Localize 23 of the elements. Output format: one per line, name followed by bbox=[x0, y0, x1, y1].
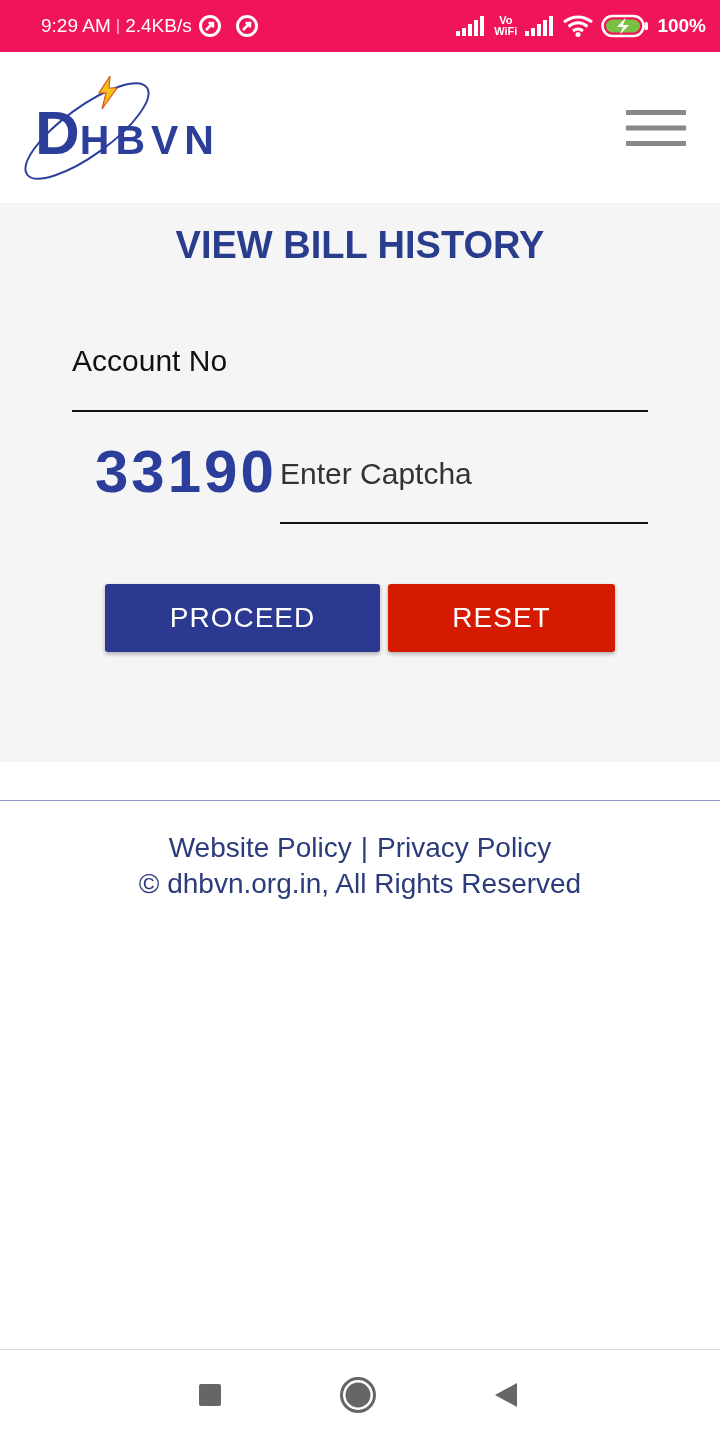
page-title: VIEW BILL HISTORY bbox=[174, 223, 546, 267]
policy-link[interactable]: Privacy Policy bbox=[377, 830, 552, 866]
reset-button[interactable]: RESET bbox=[388, 584, 615, 652]
captcha-code: 33190 bbox=[95, 442, 278, 502]
signal-icon bbox=[456, 16, 487, 36]
wifi-icon bbox=[563, 15, 594, 37]
status-separator: | bbox=[115, 15, 121, 38]
battery-percent: 100% bbox=[657, 13, 706, 38]
link-separator: | bbox=[360, 831, 369, 865]
proceed-button[interactable]: PROCEED bbox=[105, 584, 380, 652]
battery-icon bbox=[601, 14, 650, 38]
signal-icon bbox=[525, 16, 556, 36]
status-time: 9:29 AM bbox=[41, 13, 111, 38]
back-icon[interactable] bbox=[495, 1383, 517, 1407]
copyright-text: © dhbvn.org.in, All Rights Reserved bbox=[138, 867, 582, 901]
menu-icon[interactable] bbox=[626, 109, 686, 146]
policy-link[interactable]: Website Policy bbox=[168, 830, 352, 866]
home-icon[interactable] bbox=[340, 1377, 376, 1413]
vowifi-label: WiFi bbox=[494, 26, 518, 37]
captcha-field[interactable]: Enter Captcha bbox=[280, 452, 648, 524]
account-number-field[interactable]: Account No bbox=[72, 340, 648, 412]
vowifi-label: Vo bbox=[499, 15, 513, 26]
network-speed: 2.4KB/s bbox=[125, 13, 192, 38]
